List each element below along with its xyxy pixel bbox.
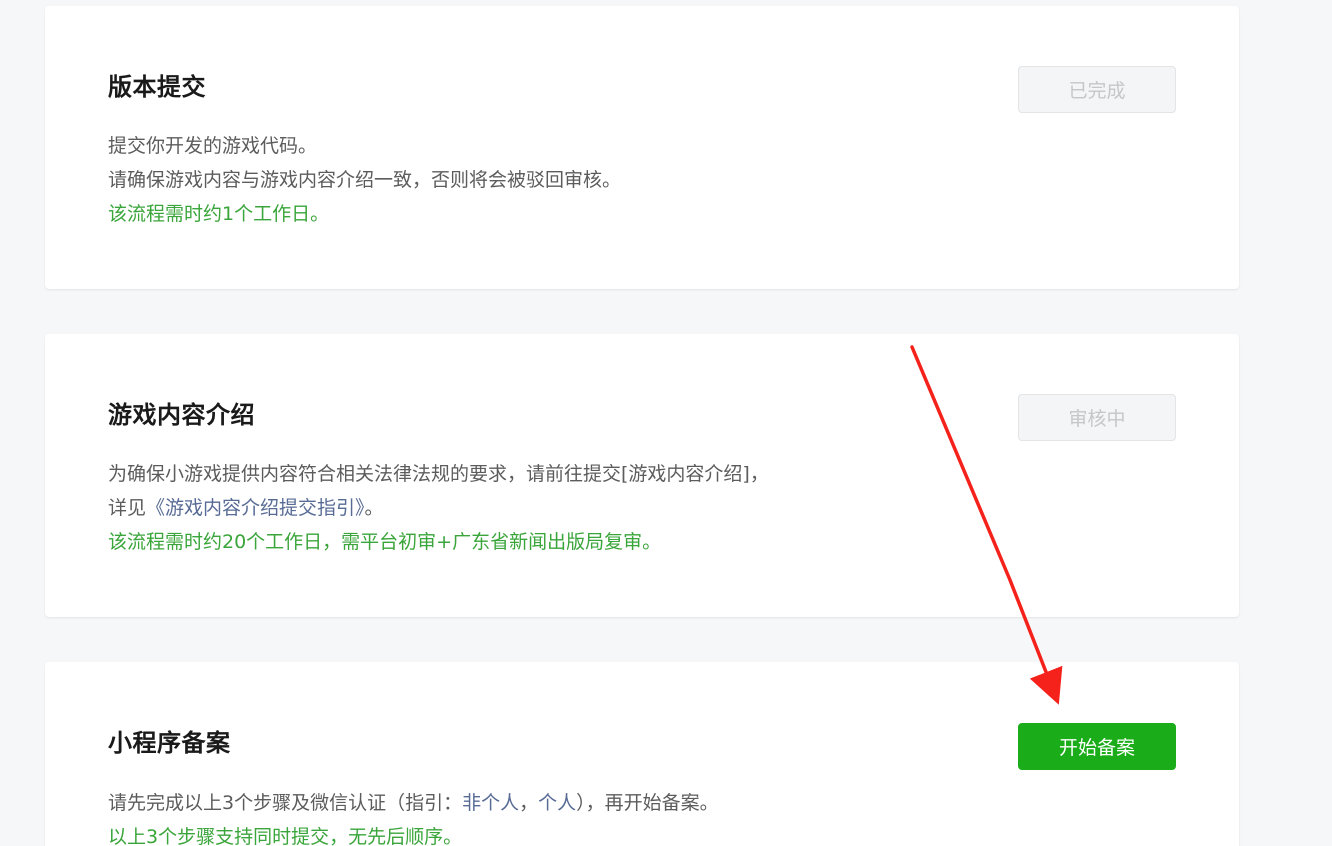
step-description: 提交你开发的游戏代码。 请确保游戏内容与游戏内容介绍一致，否则将会被驳回审核。 … — [108, 129, 621, 231]
guide-link-individual[interactable]: 个人 — [538, 792, 576, 814]
desc-line-guide: 详见《游戏内容介绍提交指引》。 — [108, 491, 769, 525]
completed-button[interactable]: 已完成 — [1018, 66, 1176, 113]
guide-prefix: 详见 — [108, 497, 147, 519]
desc-separator: ， — [519, 792, 539, 814]
step-card-miniprogram-filing: 小程序备案 请先完成以上3个步骤及微信认证（指引：非个人，个人），再开始备案。 … — [45, 662, 1239, 846]
step-card-version-submit: 版本提交 提交你开发的游戏代码。 请确保游戏内容与游戏内容介绍一致，否则将会被驳… — [45, 6, 1239, 289]
desc-line: 提交你开发的游戏代码。 — [108, 135, 318, 157]
desc-suffix: ），再开始备案。 — [576, 792, 719, 814]
guide-link-non-individual[interactable]: 非个人 — [462, 792, 519, 814]
desc-line: 请确保游戏内容与游戏内容介绍一致，否则将会被驳回审核。 — [108, 169, 622, 191]
guide-link[interactable]: 《游戏内容介绍提交指引》 — [146, 497, 365, 519]
desc-line: 请先完成以上3个步骤及微信认证（指引：非个人，个人），再开始备案。 — [108, 786, 719, 820]
under-review-button[interactable]: 审核中 — [1018, 394, 1176, 441]
duration-note: 该流程需时约1个工作日。 — [108, 203, 330, 225]
guide-suffix: 。 — [364, 497, 384, 519]
desc-line: 为确保小游戏提供内容符合相关法律法规的要求，请前往提交[游戏内容介绍]， — [108, 463, 769, 485]
step-card-game-content-intro: 游戏内容介绍 为确保小游戏提供内容符合相关法律法规的要求，请前往提交[游戏内容介… — [45, 334, 1239, 617]
step-description: 请先完成以上3个步骤及微信认证（指引：非个人，个人），再开始备案。 以上3个步骤… — [108, 786, 719, 846]
step-title: 版本提交 — [108, 73, 206, 101]
desc-prefix: 请先完成以上3个步骤及微信认证（指引： — [108, 792, 463, 814]
step-title: 游戏内容介绍 — [108, 401, 255, 429]
start-filing-button[interactable]: 开始备案 — [1018, 723, 1176, 770]
step-description: 为确保小游戏提供内容符合相关法律法规的要求，请前往提交[游戏内容介绍]， 详见《… — [108, 457, 769, 559]
step-title: 小程序备案 — [108, 729, 231, 757]
duration-note: 该流程需时约20个工作日，需平台初审+广东省新闻出版局复审。 — [108, 531, 662, 553]
page: 版本提交 提交你开发的游戏代码。 请确保游戏内容与游戏内容介绍一致，否则将会被驳… — [0, 0, 1332, 846]
order-note: 以上3个步骤支持同时提交，无先后顺序。 — [108, 826, 463, 846]
